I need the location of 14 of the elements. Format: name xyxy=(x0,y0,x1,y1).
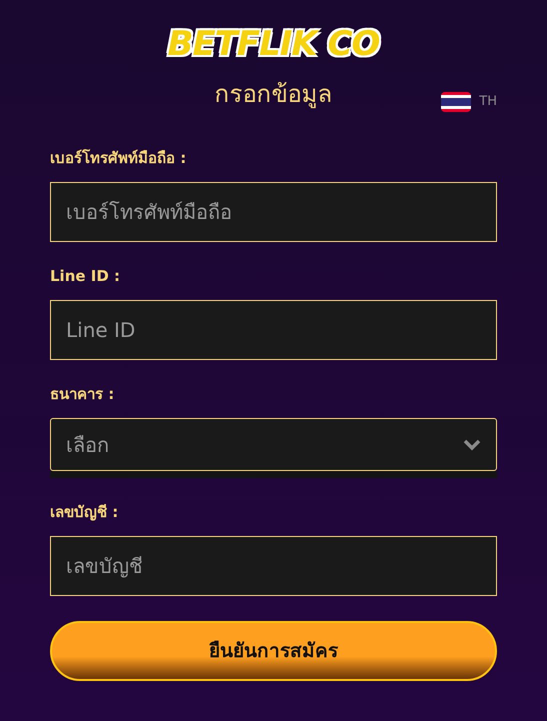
chevron-down-icon xyxy=(463,438,481,450)
logo: BETFLIK CO xyxy=(168,23,380,66)
submit-button[interactable]: ยืนยันการสมัคร xyxy=(50,621,497,681)
field-label: ธนาคาร : xyxy=(50,384,116,404)
bank-dropdown[interactable]: เลือก xyxy=(50,418,497,471)
input-field[interactable]: เบอร์โทรศัพท์มือถือ xyxy=(50,182,497,242)
page-title: กรอกข้อมูล xyxy=(214,79,332,110)
field-label: Line ID : xyxy=(50,266,122,286)
thailand-flag-icon[interactable] xyxy=(441,92,472,112)
field-label: เลขบัญชี : xyxy=(50,502,120,522)
input-field[interactable]: เลขบัญชี xyxy=(50,536,497,596)
field-label: เบอร์โทรศัพท์มือถือ : xyxy=(50,148,188,168)
input-field[interactable]: Line ID xyxy=(50,300,497,360)
language-code[interactable]: TH xyxy=(479,92,497,112)
